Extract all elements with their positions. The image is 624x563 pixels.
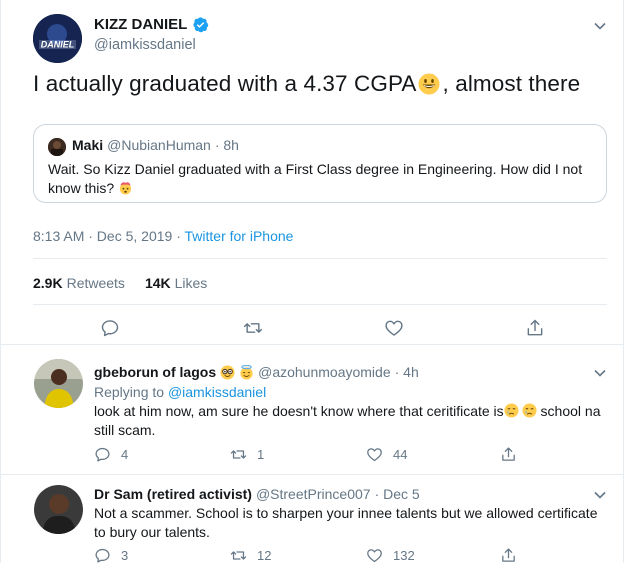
retweets-stat[interactable]: 2.9K Retweets [33,275,125,291]
reply-avatar[interactable] [34,485,83,534]
reply-header: gbeborun of lagos @azohunmoayomide · 4h [94,364,419,380]
reply-author-name[interactable]: gbeborun of lagos [94,364,216,380]
reply-count: 3 [121,548,129,563]
quote-avatar [48,138,66,156]
replying-to-prefix: Replying to [94,384,165,400]
retweet-icon[interactable] [230,547,247,563]
retweet-icon[interactable] [243,318,263,338]
quote-time: · 8h [214,137,239,153]
replying-to-mention[interactable]: @iamkissdaniel [168,384,266,400]
crying-face-emoji-icon [522,403,537,418]
retweets-label: Retweets [66,275,125,291]
quote-author-name: Maki [72,137,104,153]
tweet-source[interactable]: Twitter for iPhone [185,228,294,244]
reply-time[interactable]: · 4h [395,364,419,380]
main-tweet-actions [1,316,624,340]
tweet-timestamp: 8:13 AM · Dec 5, 2019 · Twitter for iPho… [33,228,293,244]
author-avatar[interactable]: DANIEL [33,14,82,63]
replying-to: Replying to @iamkissdaniel [94,384,266,400]
retweets-count: 2.9K [33,275,63,291]
main-tweet: DANIEL KIZZ DANIEL @iamkissdaniel I actu… [1,0,624,345]
reply-button[interactable]: 3 [94,547,128,563]
likes-stat[interactable]: 14K Likes [145,275,207,291]
reply-actions: 3 12 132 [94,547,534,563]
author-name-row[interactable]: KIZZ DANIEL [94,16,209,33]
divider [33,304,607,305]
like-button[interactable]: 44 [366,446,407,463]
tweet-detail-frame: DANIEL KIZZ DANIEL @iamkissdaniel I actu… [0,0,624,563]
like-button[interactable]: 132 [366,547,415,563]
likes-count: 14K [144,275,171,291]
reply-button[interactable]: 4 [94,446,128,463]
divider [33,258,607,259]
author-name[interactable]: KIZZ DANIEL [94,16,187,33]
reply-text: Not a scammer. School is to sharpen your… [94,505,598,540]
share-icon[interactable] [500,446,517,463]
reply-time[interactable]: · Dec 5 [375,486,420,502]
author-handle[interactable]: @iamkissdaniel [94,37,196,53]
likes-label: Likes [174,275,208,291]
quote-text: Wait. So Kizz Daniel graduated with a Fi… [48,160,593,198]
reply-tweet[interactable]: Dr Sam (retired activist) @StreetPrince0… [1,475,624,563]
nerd-face-emoji-icon [220,364,235,380]
halo-face-emoji-icon [240,364,253,380]
reply-count: 4 [121,447,129,462]
reply-actions: 4 1 44 [94,446,534,464]
reply-author-handle[interactable]: @azohunmoayomide [258,364,391,380]
quoted-tweet[interactable]: Maki @NubianHuman · 8h Wait. So Kizz Dan… [33,124,607,203]
quote-header: Maki @NubianHuman · 8h [72,137,239,153]
quote-author-handle: @NubianHuman [107,137,211,153]
retweet-button[interactable]: 12 [230,547,271,563]
like-count: 44 [393,447,408,462]
tweet-stats: 2.9K Retweets 14K Likes [33,275,207,291]
grinning-face-emoji-icon [418,73,439,95]
share-button[interactable] [500,446,517,463]
chevron-down-icon[interactable] [593,19,607,33]
reply-text: look at him now, am sure he doesn't know… [94,402,609,440]
reply-icon[interactable] [100,318,120,338]
share-button[interactable] [500,547,517,563]
reply-icon[interactable] [94,547,111,563]
tweet-time[interactable]: 8:13 AM · Dec 5, 2019 · [33,228,185,244]
reply-header: Dr Sam (retired activist) @StreetPrince0… [94,486,420,502]
tweet-text-before: I actually graduated with a 4.37 CGPA [33,71,417,96]
tweet-text-after: , almost there [442,71,581,96]
avatar-logo-text: DANIEL [41,40,75,50]
exploding-head-emoji-icon [119,182,132,195]
chevron-down-icon[interactable] [593,366,607,380]
tweet-text: I actually graduated with a 4.37 CGPA , … [33,71,580,97]
like-heart-icon[interactable] [366,446,383,463]
reply-icon[interactable] [94,446,111,463]
like-count: 132 [393,548,415,563]
like-heart-icon[interactable] [384,318,404,338]
retweet-button[interactable]: 1 [230,446,264,463]
like-heart-icon[interactable] [366,547,383,563]
share-icon[interactable] [500,547,517,563]
reply-avatar[interactable] [34,359,83,408]
reply-author-handle[interactable]: @StreetPrince007 [256,486,371,502]
chevron-down-icon[interactable] [593,488,607,502]
retweet-count: 1 [257,447,265,462]
reply-tweet[interactable]: gbeborun of lagos @azohunmoayomide · 4h [1,345,624,475]
reply-author-name[interactable]: Dr Sam (retired activist) [94,486,252,502]
retweet-icon[interactable] [230,446,247,463]
verified-badge-icon [193,17,209,33]
retweet-count: 12 [257,548,272,563]
reply-text-a: look at him now, am sure he doesn't know… [94,403,504,419]
crying-face-emoji-icon [504,403,519,418]
share-icon[interactable] [525,318,545,338]
